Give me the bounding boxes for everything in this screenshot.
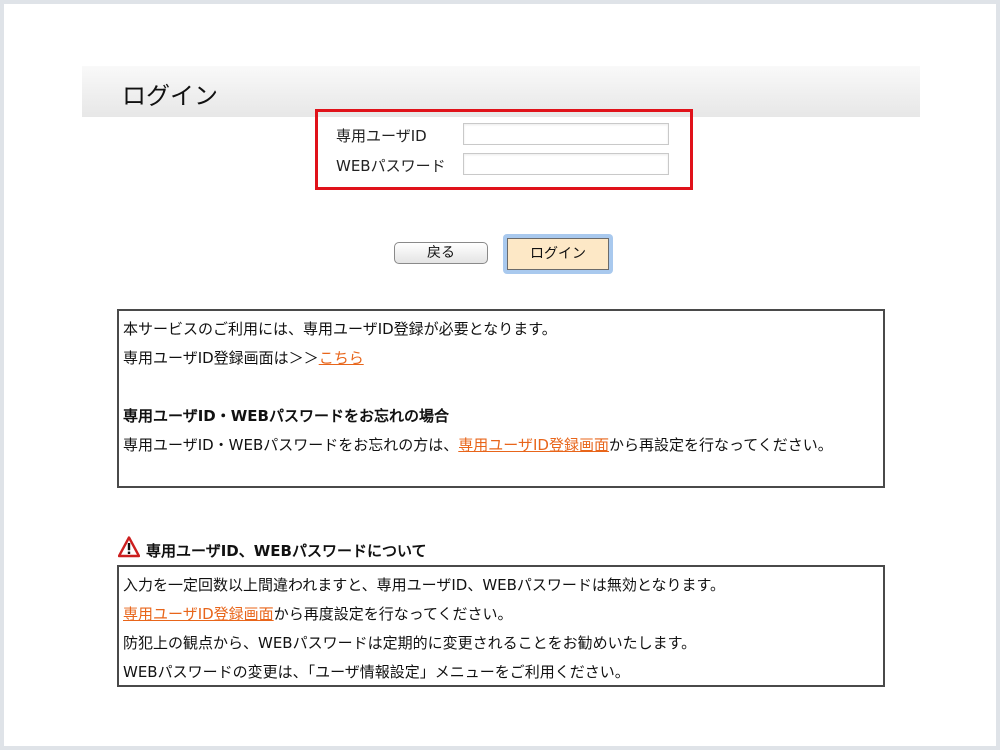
user-id-input[interactable]	[463, 123, 669, 145]
info-line-registration-required: 本サービスのご利用には、専用ユーザID登録が必要となります。	[123, 320, 557, 338]
back-button[interactable]: 戻る	[394, 242, 488, 264]
notice-registration-link[interactable]: 専用ユーザID登録画面	[123, 605, 274, 623]
notice-line-security: 防犯上の観点から、WEBパスワードは定期的に変更されることをお勧めいたします。	[123, 634, 697, 652]
forgot-registration-link[interactable]: 専用ユーザID登録画面	[458, 436, 609, 454]
login-button-focus-ring: ログイン	[503, 234, 613, 274]
password-input[interactable]	[463, 153, 669, 175]
forgot-prefix: 専用ユーザID・WEBパスワードをお忘れの方は、	[123, 436, 459, 454]
notice-box: 入力を一定回数以上間違われますと、専用ユーザID、WEBパスワードは無効となりま…	[117, 565, 885, 687]
notice-line-change: WEBパスワードの変更は、「ユーザ情報設定」メニューをご利用ください。	[123, 663, 630, 681]
user-id-label: 専用ユーザID	[336, 127, 427, 145]
info-spacer	[123, 373, 879, 402]
forgot-text: 専用ユーザID・WEBパスワードをお忘れの方は、専用ユーザID登録画面から再設定…	[123, 431, 879, 460]
notice-line-reset: 専用ユーザID登録画面から再度設定を行なってください。	[123, 600, 879, 629]
forgot-suffix: から再設定を行なってください。	[608, 436, 833, 454]
forgot-heading: 専用ユーザID・WEBパスワードをお忘れの場合	[123, 407, 449, 425]
registration-here-link[interactable]: こちら	[319, 349, 364, 367]
password-label: WEBパスワード	[336, 157, 446, 175]
notice-heading-text: 専用ユーザID、WEBパスワードについて	[146, 542, 427, 560]
login-credentials-box: 専用ユーザID WEBパスワード	[315, 109, 693, 190]
info-line-registration-link: 専用ユーザID登録画面は＞＞こちら	[123, 344, 879, 373]
login-button[interactable]: ログイン	[507, 238, 609, 270]
registration-info-box: 本サービスのご利用には、専用ユーザID登録が必要となります。 専用ユーザID登録…	[117, 309, 885, 488]
notice-reset-suffix: から再度設定を行なってください。	[273, 605, 513, 623]
info-line-registration-prefix: 専用ユーザID登録画面は＞＞	[123, 349, 319, 367]
page-title: ログイン	[122, 82, 218, 110]
warning-triangle-icon	[117, 536, 141, 562]
notice-line-invalid: 入力を一定回数以上間違われますと、専用ユーザID、WEBパスワードは無効となりま…	[123, 576, 725, 594]
